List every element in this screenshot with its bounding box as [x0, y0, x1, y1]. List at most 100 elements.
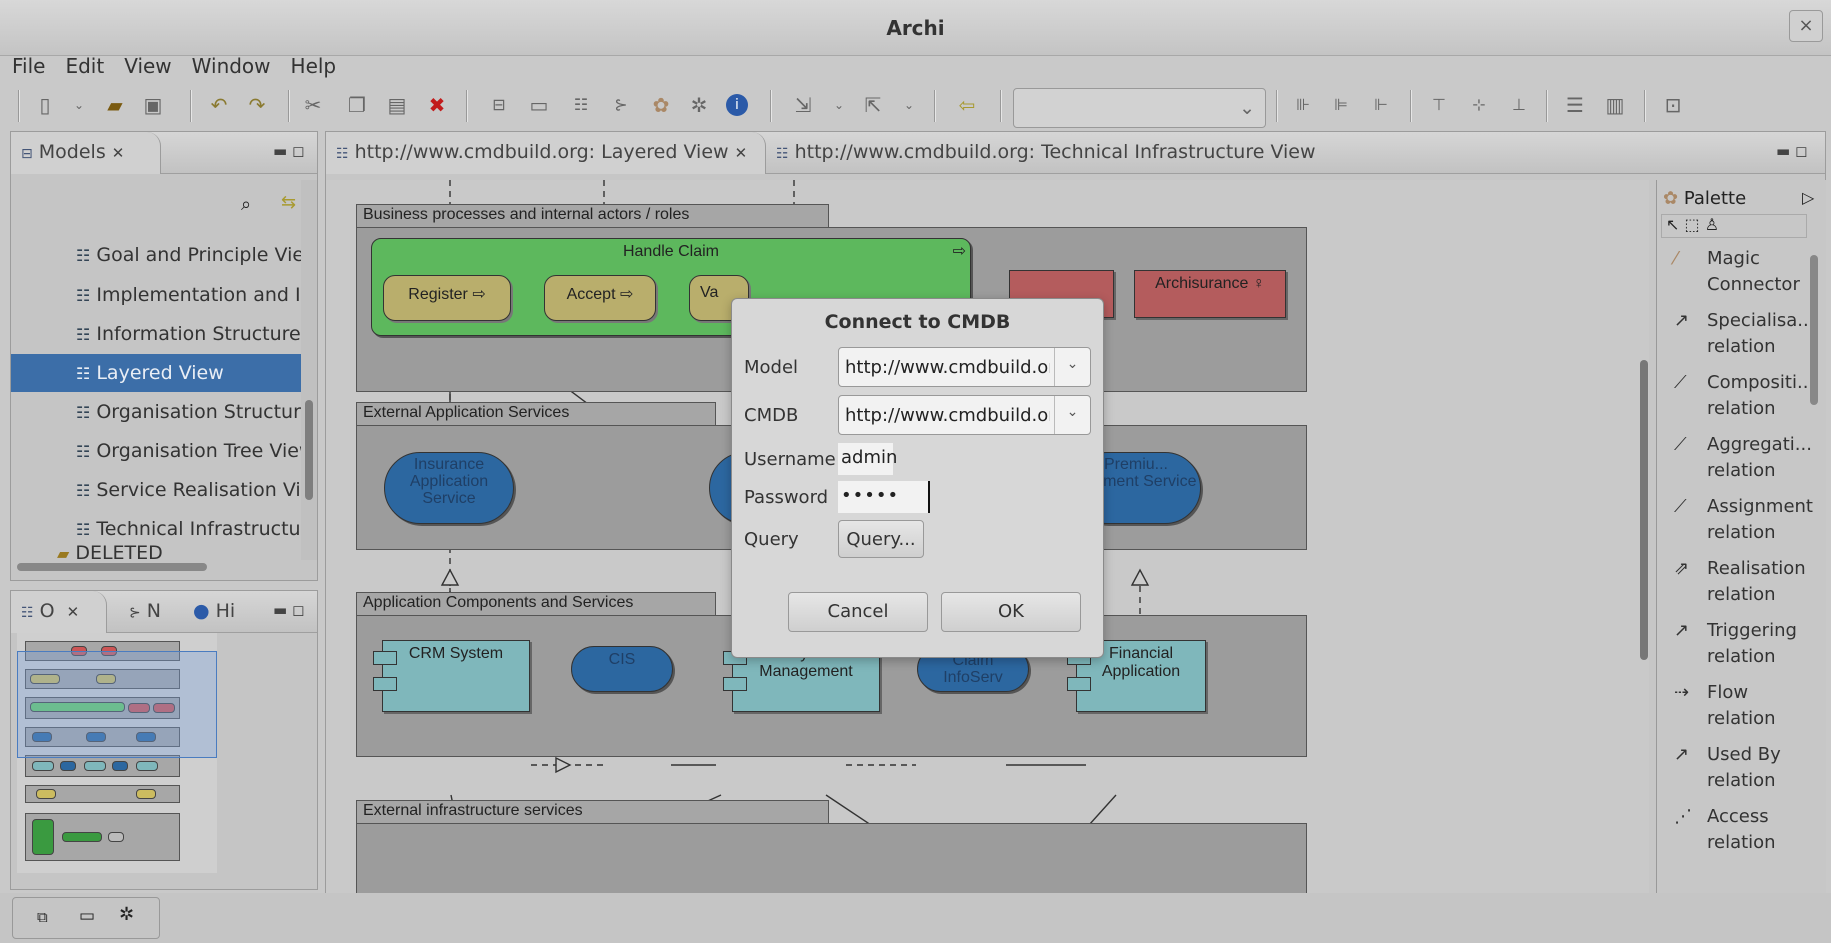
menu-help[interactable]: Help: [279, 50, 345, 78]
tab-models[interactable]: ⊟ Models ✕: [11, 132, 161, 174]
menu-view[interactable]: View: [112, 50, 179, 78]
align-bottom-icon[interactable]: ⊥: [1506, 92, 1532, 118]
minimize-maximize-icon[interactable]: ▬ ◻: [273, 142, 304, 160]
toolbar-combo[interactable]: ⌄: [1013, 88, 1266, 128]
password-field[interactable]: •••••: [838, 481, 930, 513]
viewpoint-icon[interactable]: ✲: [119, 904, 134, 925]
tab-hints[interactable]: ● Hi: [183, 591, 245, 633]
step-register[interactable]: Register ⇨: [383, 275, 511, 321]
chevron-down-icon: ⌄: [1054, 396, 1090, 434]
palette-icon[interactable]: ✿: [648, 92, 674, 118]
tree-item[interactable]: ☷ Service Realisation Vie: [76, 471, 301, 509]
export-icon[interactable]: ⇱: [860, 92, 886, 118]
align-left-icon[interactable]: ⊪: [1290, 92, 1316, 118]
ok-button[interactable]: OK: [941, 592, 1081, 632]
component-crm-system[interactable]: CRM System: [373, 640, 530, 712]
view-icon: ☷: [76, 403, 91, 422]
align-middle-icon[interactable]: ⊹: [1466, 92, 1492, 118]
tree-item[interactable]: ☷ Implementation and In: [76, 276, 301, 314]
delete-icon[interactable]: ✖: [424, 92, 450, 118]
menu-file[interactable]: File: [0, 50, 53, 78]
tree-item[interactable]: ☷ Organisation Structure: [76, 393, 301, 431]
model-select[interactable]: http://www.cmdbuild.org: Layered View⌄: [838, 347, 1091, 387]
group-ext-infra[interactable]: [356, 823, 1307, 895]
match-width-icon[interactable]: ▥: [1602, 92, 1628, 118]
select-tool-icon[interactable]: ↖: [1666, 215, 1679, 234]
tab-technical-infrastructure-view[interactable]: ☷ http://www.cmdbuild.org: Technical Inf…: [766, 132, 1646, 174]
editor-scrollbar[interactable]: [1637, 180, 1651, 895]
copy-icon[interactable]: ❐: [344, 92, 370, 118]
palette-assignment[interactable]: ⟋ Assignment relation: [1674, 494, 1813, 546]
redo-icon[interactable]: ↷: [244, 92, 270, 118]
palette-collapse-icon[interactable]: ▷: [1802, 188, 1814, 207]
cancel-button[interactable]: Cancel: [788, 592, 928, 632]
properties-icon[interactable]: ▭: [79, 906, 95, 926]
group-label-business: Business processes and internal actors /…: [356, 204, 829, 228]
step-accept[interactable]: Accept ⇨: [544, 275, 656, 321]
info-icon[interactable]: i: [726, 94, 748, 116]
menu-edit[interactable]: Edit: [53, 50, 112, 78]
models-tree-icon[interactable]: ⊟: [486, 92, 512, 118]
tree-item[interactable]: ☷ Information Structure: [76, 315, 301, 353]
models-hscrollbar[interactable]: [17, 563, 207, 571]
cmdb-select[interactable]: http://www.cmdbuild.org ⌄: [838, 395, 1091, 435]
username-field[interactable]: admin: [838, 443, 897, 475]
paste-icon[interactable]: ▤: [384, 92, 410, 118]
new-dropdown-icon[interactable]: ⌄: [66, 92, 92, 118]
models-scrollbar[interactable]: [301, 180, 317, 560]
minimize-maximize-icon[interactable]: ▬ ◻: [273, 601, 304, 619]
navigator-icon[interactable]: ⊱: [608, 92, 634, 118]
close-window-button[interactable]: ×: [1789, 10, 1823, 42]
palette-used-by[interactable]: ↗ Used By relation: [1674, 742, 1812, 794]
new-icon[interactable]: ▯: [32, 92, 58, 118]
palette-triggering[interactable]: ↗ Triggering relation: [1674, 618, 1812, 670]
import-dropdown-icon[interactable]: ⌄: [826, 92, 852, 118]
palette-flow[interactable]: ⇢ Flow relation: [1674, 680, 1812, 732]
palette-magic-connector[interactable]: ⁄ Magic Connector: [1674, 246, 1812, 298]
viewpoint-icon[interactable]: ✲: [686, 92, 712, 118]
palette-header: ✿ Palette: [1663, 188, 1747, 209]
tab-navigator[interactable]: ⊱ N: [119, 591, 171, 633]
cut-icon[interactable]: ✂: [300, 92, 326, 118]
outline-icon[interactable]: ☷: [568, 92, 594, 118]
triggering-icon: ↗: [1674, 620, 1690, 641]
align-center-icon[interactable]: ⊫: [1328, 92, 1354, 118]
palette-aggregation[interactable]: ⟋ Aggregati... relation: [1674, 432, 1812, 484]
undo-icon[interactable]: ↶: [206, 92, 232, 118]
align-right-icon[interactable]: ⊩: [1368, 92, 1394, 118]
tree-item-selected[interactable]: ☷ Layered View: [11, 354, 301, 392]
back-icon[interactable]: ⇦: [954, 92, 980, 118]
query-button[interactable]: Query...: [838, 520, 924, 558]
restore-icon[interactable]: ⧉: [37, 908, 48, 926]
palette-access[interactable]: ⋰ Access relation: [1674, 804, 1812, 856]
menu-window[interactable]: Window: [180, 50, 279, 78]
marquee-tool-icon[interactable]: ⬚: [1685, 215, 1700, 234]
close-tab-icon[interactable]: ✕: [735, 144, 748, 162]
export-dropdown-icon[interactable]: ⌄: [896, 92, 922, 118]
tree-item[interactable]: ☷ Organisation Tree View: [76, 432, 301, 470]
open-icon[interactable]: ▰: [102, 92, 128, 118]
view-icon: ☷: [76, 286, 91, 305]
close-tab-icon[interactable]: ✕: [67, 603, 80, 621]
palette-specialisation[interactable]: ↗ Specialisa... relation: [1674, 308, 1814, 360]
palette-scrollbar[interactable]: [1807, 245, 1821, 885]
format-painter-icon[interactable]: ♙: [1705, 215, 1719, 234]
align-top-icon[interactable]: ⊤: [1426, 92, 1452, 118]
save-icon[interactable]: ▣: [140, 92, 166, 118]
import-icon[interactable]: ⇲: [790, 92, 816, 118]
tab-outline[interactable]: ☷ O ✕: [11, 591, 107, 633]
actor-archisurance[interactable]: Archisurance ♀: [1134, 270, 1286, 318]
palette-composition[interactable]: ⟋ Compositi... relation: [1674, 370, 1814, 422]
tree-item[interactable]: ☷ Goal and Principle View: [76, 244, 301, 268]
outline-viewport[interactable]: [17, 651, 217, 758]
service-insurance-application[interactable]: Insurance Application Service: [384, 452, 514, 524]
palette-realisation[interactable]: ⇗ Realisation relation: [1674, 556, 1812, 608]
minimize-maximize-icon[interactable]: ▬ ◻: [1776, 142, 1807, 160]
tab-models-label: Models: [38, 141, 106, 163]
match-height-icon[interactable]: ☰: [1562, 92, 1588, 118]
tab-layered-view[interactable]: ☷ http://www.cmdbuild.org: Layered View …: [326, 132, 766, 174]
service-cis[interactable]: CIS: [571, 646, 673, 692]
close-tab-icon[interactable]: ✕: [112, 144, 125, 162]
properties-icon[interactable]: ▭: [526, 92, 552, 118]
default-size-icon[interactable]: ⊡: [1660, 92, 1686, 118]
